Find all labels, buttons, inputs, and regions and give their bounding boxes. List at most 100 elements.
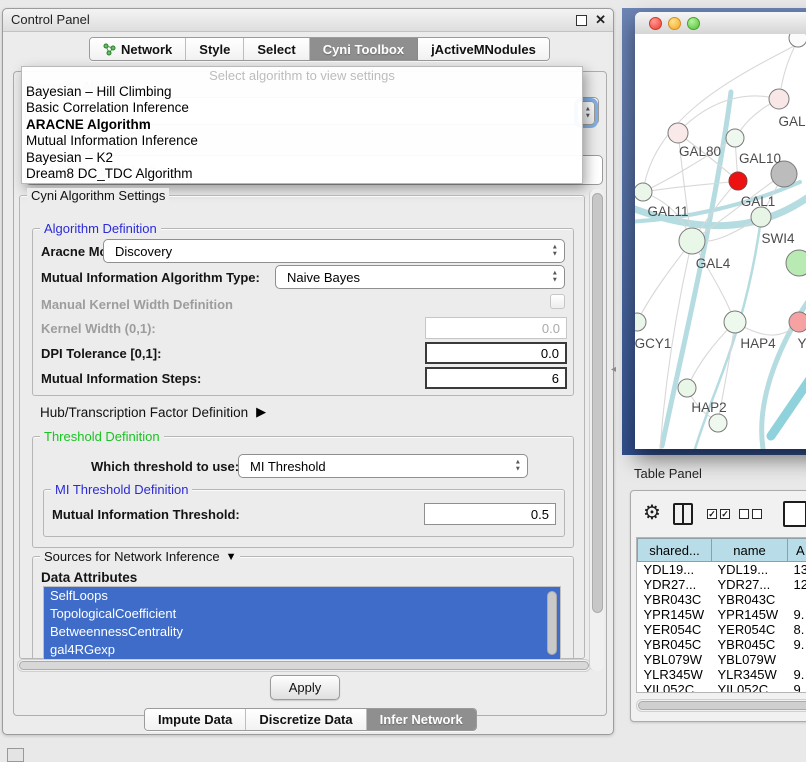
aracne-mode-combobox[interactable]: Discovery ▲▼ bbox=[103, 239, 565, 263]
edge[interactable] bbox=[643, 181, 738, 192]
restore-window-icon[interactable] bbox=[576, 15, 587, 26]
cell-name[interactable]: YBR045C bbox=[712, 637, 788, 652]
table-hscrollbar-track[interactable] bbox=[636, 699, 806, 712]
manual-kernel-width-checkbox[interactable] bbox=[550, 294, 565, 309]
cell-value[interactable] bbox=[788, 652, 806, 667]
node-swi4[interactable] bbox=[751, 207, 771, 227]
node-gal80[interactable] bbox=[668, 123, 688, 143]
cell-name[interactable]: YLR345W bbox=[712, 667, 788, 682]
kernel-width-field[interactable]: 0.0 bbox=[425, 317, 567, 339]
select-all-checkboxes-icon[interactable]: ✓ ✓ bbox=[707, 509, 730, 519]
attribute-item-topologicalcoefficient[interactable]: TopologicalCoefficient bbox=[44, 605, 560, 623]
columns-icon[interactable] bbox=[673, 503, 693, 525]
cell-shared[interactable]: YLR345W bbox=[638, 667, 712, 682]
node-unlabeled-bottom[interactable] bbox=[709, 414, 727, 432]
algorithm-option-dream8[interactable]: Dream8 DC_TDC Algorithm bbox=[22, 166, 582, 182]
cell-shared[interactable]: YDR27... bbox=[638, 577, 712, 592]
which-threshold-combobox[interactable]: MI Threshold ▲▼ bbox=[238, 454, 528, 478]
node-salmon-right[interactable] bbox=[789, 312, 806, 332]
zoom-traffic-light-icon[interactable] bbox=[687, 17, 700, 30]
node-gal-partial[interactable] bbox=[769, 89, 789, 109]
attribute-item-selfloops[interactable]: SelfLoops bbox=[44, 587, 560, 605]
cell-name[interactable]: YPR145W bbox=[712, 607, 788, 622]
mi-algorithm-type-combobox[interactable]: Naive Bayes ▲▼ bbox=[275, 265, 565, 289]
mi-threshold-field[interactable]: 0.5 bbox=[424, 503, 556, 525]
node-unlabeled-top[interactable] bbox=[789, 34, 806, 47]
mi-algorithm-type-spinner[interactable]: ▲▼ bbox=[552, 271, 558, 284]
cell-shared[interactable]: YBR045C bbox=[638, 637, 712, 652]
data-attributes-list[interactable]: SelfLoops TopologicalCoefficient Between… bbox=[43, 586, 561, 660]
new-table-icon[interactable] bbox=[783, 501, 806, 527]
node-gal10[interactable] bbox=[726, 129, 744, 147]
cell-shared[interactable]: YER054C bbox=[638, 622, 712, 637]
mi-steps-field[interactable]: 6 bbox=[425, 367, 567, 389]
deselect-all-checkboxes-icon[interactable] bbox=[739, 509, 762, 519]
cell-value[interactable]: 8. bbox=[788, 622, 806, 637]
tab-impute-data[interactable]: Impute Data bbox=[145, 709, 246, 730]
edge-thick[interactable] bbox=[771, 379, 806, 436]
table-row[interactable]: YBR043CYBR043C bbox=[638, 592, 806, 607]
settings-vscrollbar-track[interactable] bbox=[589, 189, 604, 671]
cell-name[interactable]: YER054C bbox=[712, 622, 788, 637]
cell-name[interactable]: YDR27... bbox=[712, 577, 788, 592]
node-gal1-red[interactable] bbox=[729, 172, 747, 190]
dpi-tolerance-field[interactable]: 0.0 bbox=[425, 342, 567, 364]
hub-definition-row[interactable]: Hub/Transcription Factor Definition ▶ bbox=[40, 404, 266, 420]
attribute-item-betweennesscentrality[interactable]: BetweennessCentrality bbox=[44, 623, 560, 641]
node-green-right[interactable] bbox=[786, 250, 806, 276]
attribute-list-scrollbar[interactable] bbox=[547, 591, 557, 655]
network-window-titlebar[interactable] bbox=[635, 12, 806, 35]
tab-infer-network[interactable]: Infer Network bbox=[367, 709, 476, 730]
split-pane-handle-icon[interactable]: ◂ bbox=[611, 364, 616, 375]
tab-discretize-data[interactable]: Discretize Data bbox=[246, 709, 366, 730]
node-gcy1[interactable] bbox=[635, 313, 646, 331]
algorithm-option-bayesian-k2[interactable]: Bayesian – K2 bbox=[22, 150, 582, 166]
column-header-name[interactable]: name bbox=[712, 539, 788, 562]
cell-shared[interactable]: YDL19... bbox=[638, 562, 712, 578]
cell-value[interactable]: 9. bbox=[788, 667, 806, 682]
table-row[interactable]: YDL19...YDL19...13 bbox=[638, 562, 806, 578]
table-row[interactable]: YBL079WYBL079W bbox=[638, 652, 806, 667]
node-hap4[interactable] bbox=[724, 311, 746, 333]
minimize-traffic-light-icon[interactable] bbox=[668, 17, 681, 30]
cell-value[interactable]: 9. bbox=[788, 607, 806, 622]
cell-shared[interactable]: YBR043C bbox=[638, 592, 712, 607]
column-header-partial[interactable]: A bbox=[788, 539, 806, 562]
tab-select[interactable]: Select bbox=[244, 38, 309, 60]
close-window-icon[interactable]: ✕ bbox=[595, 12, 606, 28]
cell-name[interactable]: YIL052C bbox=[712, 682, 788, 693]
gear-icon[interactable]: ⚙ bbox=[643, 500, 661, 525]
cell-shared[interactable]: YIL052C bbox=[638, 682, 712, 693]
aracne-mode-spinner[interactable]: ▲▼ bbox=[552, 245, 558, 258]
cell-value[interactable]: 13 bbox=[788, 562, 806, 578]
cell-value[interactable]: 9. bbox=[788, 637, 806, 652]
tab-style[interactable]: Style bbox=[186, 38, 244, 60]
network-canvas[interactable]: GAL GAL80 GAL10 GAL1 GAL11 SWI4 GAL4 GCY… bbox=[635, 34, 806, 449]
settings-hscrollbar-thumb[interactable] bbox=[19, 661, 589, 670]
cell-value[interactable]: 9 bbox=[788, 682, 806, 693]
settings-hscrollbar-track[interactable] bbox=[17, 659, 591, 672]
collapsed-panel-icon[interactable] bbox=[7, 748, 24, 762]
table-row[interactable]: YBR045CYBR045C9. bbox=[638, 637, 806, 652]
cell-name[interactable]: YBL079W bbox=[712, 652, 788, 667]
table-row[interactable]: YDR27...YDR27...12 bbox=[638, 577, 806, 592]
cell-value[interactable] bbox=[788, 592, 806, 607]
control-panel-titlebar[interactable]: Control Panel ✕ bbox=[3, 9, 613, 32]
node-gal4[interactable] bbox=[679, 228, 705, 254]
cell-name[interactable]: YDL19... bbox=[712, 562, 788, 578]
expand-down-icon[interactable]: ▼ bbox=[226, 551, 237, 563]
node-hap2[interactable] bbox=[678, 379, 696, 397]
table-row[interactable]: YIL052CYIL052C9 bbox=[638, 682, 806, 693]
attribute-item-gal4rgexp[interactable]: gal4RGexp bbox=[44, 641, 560, 659]
settings-vscrollbar-thumb[interactable] bbox=[592, 193, 603, 613]
algorithm-option-bayesian-hill-climbing[interactable]: Bayesian – Hill Climbing bbox=[22, 84, 582, 100]
algorithm-option-aracne[interactable]: ARACNE Algorithm bbox=[22, 117, 582, 133]
tab-network[interactable]: Network bbox=[90, 38, 186, 60]
algorithm-option-basic-correlation[interactable]: Basic Correlation Inference bbox=[22, 100, 582, 116]
node-gal11[interactable] bbox=[635, 183, 652, 201]
table-row[interactable]: YER054CYER054C8. bbox=[638, 622, 806, 637]
column-header-shared-name[interactable]: shared... bbox=[638, 539, 712, 562]
table-row[interactable]: YPR145WYPR145W9. bbox=[638, 607, 806, 622]
close-traffic-light-icon[interactable] bbox=[649, 17, 662, 30]
which-threshold-spinner[interactable]: ▲▼ bbox=[515, 460, 521, 473]
